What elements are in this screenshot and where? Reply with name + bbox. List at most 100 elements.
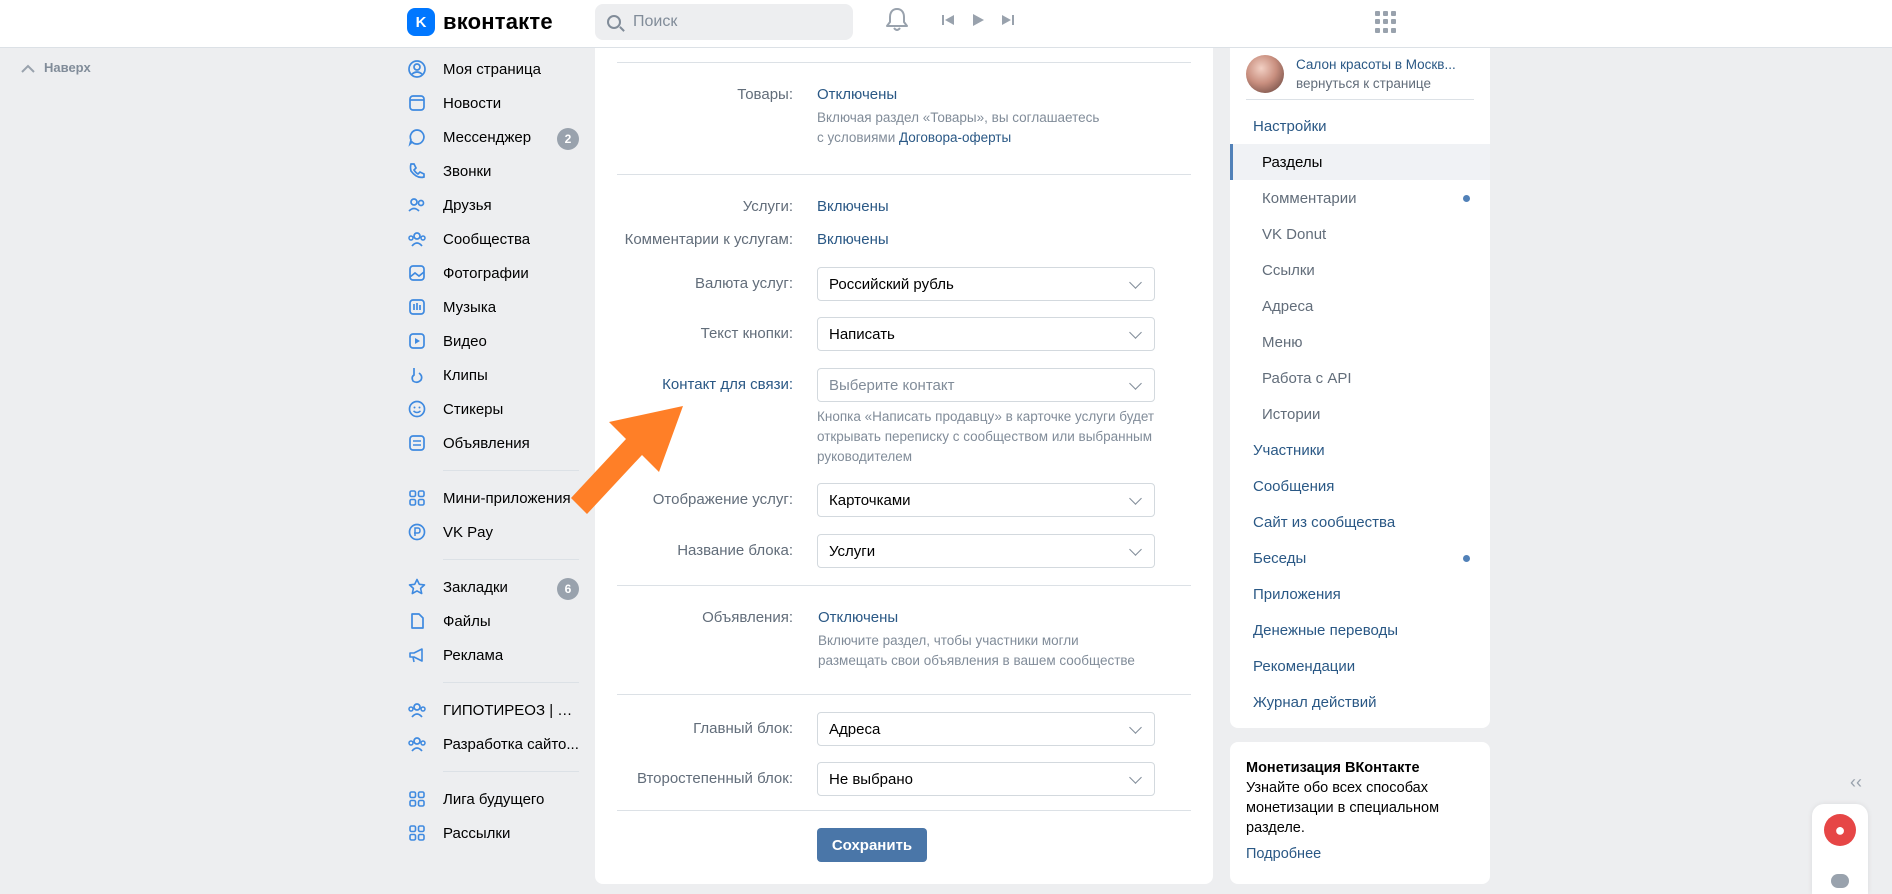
settings-menu-item-label: VK Donut [1262,225,1327,243]
nav-item-label: Реклама [443,646,504,664]
nav-item[interactable]: Клипы [407,358,579,392]
nav-item[interactable]: ГИПОТИРЕОЗ | ПО... [407,693,579,727]
divider [617,810,1191,811]
goods-value-link[interactable]: Отключены [817,86,897,103]
settings-menu-item-label: Комментарии [1262,189,1357,207]
vk-logo[interactable]: K вконтакте [407,8,553,36]
services-value-link[interactable]: Включены [817,198,889,215]
divider [617,694,1191,695]
counter-badge: 2 [557,128,579,150]
ads-value-link[interactable]: Отключены [818,609,898,626]
prev-track-icon[interactable] [940,12,956,28]
chevron-down-icon [1129,721,1142,734]
divider [617,62,1191,63]
nav-item-label: Закладки [443,578,508,596]
nav-item[interactable]: Мини-приложения [407,481,579,515]
secondary-block-select[interactable]: Не выбрано [817,762,1155,796]
ads-hint: Включите раздел, чтобы участники могли р… [818,633,1135,668]
main-block-value: Адреса [829,720,881,738]
nav-item[interactable]: Закладки 6 [407,570,579,604]
settings-menu-item[interactable]: Беседы [1230,540,1490,576]
service-comments-value-link[interactable]: Включены [817,231,889,248]
settings-menu-item[interactable]: Разделы [1230,144,1490,180]
settings-menu-item[interactable]: Адреса [1230,288,1490,324]
settings-menu-item[interactable]: Денежные переводы [1230,612,1490,648]
nav-item-label: Файлы [443,612,491,630]
settings-menu-item[interactable]: Сообщения [1230,468,1490,504]
next-track-icon[interactable] [1000,12,1016,28]
friends-icon [407,195,427,215]
news-icon [407,93,427,113]
apps-grid-icon[interactable] [1375,11,1397,33]
nav-item[interactable]: Новости [407,86,579,120]
settings-menu-item[interactable]: Настройки [1230,108,1490,144]
nav-item[interactable]: VK Pay [407,515,579,549]
contact-select[interactable]: Выберите контакт [817,368,1155,402]
block-name-select[interactable]: Услуги [817,534,1155,568]
nav-item[interactable]: Моя страница [407,52,579,86]
settings-menu-item[interactable]: Сайт из сообщества [1230,504,1490,540]
nav-item[interactable]: Мессенджер 2 [407,120,579,154]
offer-contract-link[interactable]: Договора-оферты [899,130,1011,145]
settings-menu-item[interactable]: Рекомендации [1230,648,1490,684]
group-header[interactable]: Салон красоты в Москв... вернуться к стр… [1246,48,1474,100]
settings-menu-item[interactable]: Истории [1230,396,1490,432]
settings-menu-item[interactable]: Приложения [1230,576,1490,612]
nav-item[interactable]: Видео [407,324,579,358]
counter-badge: 6 [557,578,579,600]
group-name-link[interactable]: Салон красоты в Москв... [1296,55,1466,74]
currency-select[interactable]: Российский рубль [817,267,1155,301]
settings-menu-item[interactable]: VK Donut [1230,216,1490,252]
nav-item-label: Моя страница [443,60,541,78]
photo-icon [407,263,427,283]
nav-item[interactable]: Файлы [407,604,579,638]
nav-divider [443,470,579,471]
unread-dot-icon [1463,195,1470,202]
monetization-title: Монетизация ВКонтакте [1246,760,1420,776]
settings-menu-item[interactable]: Участники [1230,432,1490,468]
nav-item[interactable]: Музыка [407,290,579,324]
fire-icon[interactable]: ● [1824,814,1856,846]
vk-logo-icon: K [407,8,435,36]
nav-item[interactable]: Реклама [407,638,579,672]
scroll-top-label: Наверх [44,60,91,75]
chevron-down-icon [1129,492,1142,505]
contact-hint: Кнопка «Написать продавцу» в карточке ус… [817,409,1155,464]
settings-menu-item[interactable]: Журнал действий [1230,684,1490,720]
settings-menu-item[interactable]: Ссылки [1230,252,1490,288]
nav-item-label: Объявления [443,434,530,452]
settings-menu-item-label: Участники [1253,441,1325,459]
bell-icon[interactable] [884,6,910,39]
back-to-page-link[interactable]: вернуться к странице [1296,74,1466,93]
save-button[interactable]: Сохранить [817,828,927,862]
block-name-label: Название блока: [677,542,793,559]
nav-divider [443,559,579,560]
message-icon [407,127,427,147]
settings-menu-item[interactable]: Меню [1230,324,1490,360]
search-input[interactable]: Поиск [595,4,853,40]
main-block-select[interactable]: Адреса [817,712,1155,746]
play-icon[interactable] [970,12,986,28]
nav-item[interactable]: Друзья [407,188,579,222]
button-text-select[interactable]: Написать [817,317,1155,351]
nav-item[interactable]: Объявления [407,426,579,460]
nav-item[interactable]: Разработка сайто... [407,727,579,761]
settings-menu-item[interactable]: Комментарии [1230,180,1490,216]
settings-menu-item-label: Сайт из сообщества [1253,513,1396,531]
monetization-more-link[interactable]: Подробнее [1246,846,1474,862]
nav-item[interactable]: Сообщества [407,222,579,256]
display-select[interactable]: Карточками [817,483,1155,517]
nav-item[interactable]: Стикеры [407,392,579,426]
settings-menu-item[interactable]: Работа с API [1230,360,1490,396]
clips-icon [407,365,427,385]
nav-item[interactable]: Рассылки [407,816,579,850]
goods-hint: Включая раздел «Товары», вы соглашаетесь… [817,110,1100,145]
settings-menu-item-label: Адреса [1262,297,1314,315]
nav-item[interactable]: Фотографии [407,256,579,290]
scroll-top-button[interactable]: Наверх [20,60,91,75]
nav-item[interactable]: Звонки [407,154,579,188]
nav-item[interactable]: Лига будущего [407,782,579,816]
community-settings-menu: Салон красоты в Москв... вернуться к стр… [1230,48,1490,728]
chat-icon[interactable] [1831,874,1849,888]
collapse-icon[interactable]: ‹‹ [1850,772,1862,793]
